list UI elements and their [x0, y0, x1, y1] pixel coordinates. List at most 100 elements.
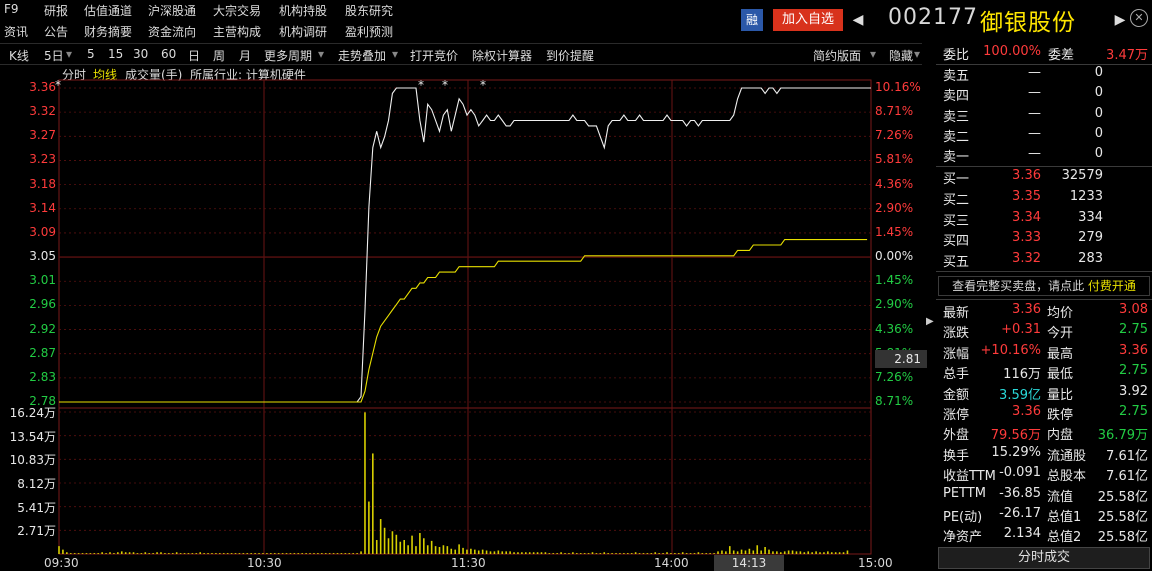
volume-bar — [207, 553, 209, 554]
volume-bar — [215, 553, 217, 554]
volume-bar — [689, 553, 692, 554]
volume-bar — [305, 553, 307, 554]
ask-price: — — [1028, 85, 1041, 101]
volume-bar — [399, 541, 402, 554]
volume-bar — [787, 550, 790, 554]
bid-level-label: 买五 — [943, 255, 970, 271]
volume-bar — [356, 553, 358, 554]
volume-bar — [219, 553, 221, 554]
price-tick-label: 3.09 — [29, 224, 56, 239]
volume-bar — [321, 553, 323, 554]
volume-bar — [752, 550, 755, 554]
volume-bar — [344, 553, 347, 554]
volume-bar — [372, 453, 374, 554]
volume-bar — [505, 551, 507, 554]
price-tick-label: 3.27 — [29, 128, 56, 143]
price-tick-label: 3.23 — [29, 152, 56, 167]
volume-bar — [458, 544, 460, 554]
volume-bar — [701, 553, 704, 554]
stat-label: 净资产 — [943, 530, 983, 546]
volume-bar — [674, 553, 676, 554]
volume-bar — [97, 553, 100, 554]
volume-bar — [113, 553, 115, 554]
time-tick-label: 15:00 — [858, 556, 893, 570]
stat-label: 内盘 — [1047, 428, 1074, 444]
volume-bar — [426, 545, 429, 554]
bid-price: 3.32 — [1012, 251, 1041, 267]
stat-value: 15.29% — [991, 444, 1041, 460]
volume-bar — [607, 553, 609, 554]
time-tick-label: 14:00 — [654, 556, 689, 570]
volume-bar — [819, 552, 821, 554]
stat-value: 3.36 — [1012, 302, 1041, 317]
ask-level-label: 卖二 — [943, 129, 970, 145]
volume-bar — [599, 553, 602, 554]
volume-bar — [725, 551, 727, 554]
stat-label: 流通股 — [1047, 448, 1087, 464]
stat-value: 7.61亿 — [1106, 469, 1148, 485]
volume-bar — [611, 553, 613, 554]
next-stock-icon[interactable]: ▶ — [1112, 9, 1128, 31]
price-tick-label: 2.87 — [29, 345, 56, 360]
bid-level-label: 买三 — [943, 213, 970, 229]
stat-label: 涨跌 — [943, 326, 970, 342]
collapse-panel-icon[interactable]: ▶ — [926, 316, 934, 327]
volume-bar — [301, 553, 304, 554]
volume-bar — [164, 553, 166, 554]
volume-bar — [497, 550, 500, 554]
stat-label: 涨停 — [943, 408, 970, 423]
volume-bar — [415, 546, 417, 554]
stat-value: 3.36 — [1012, 404, 1041, 419]
close-icon[interactable]: ✕ — [1130, 9, 1148, 27]
volume-bar — [466, 549, 468, 554]
volume-bar — [242, 553, 245, 554]
volume-bar — [281, 553, 284, 554]
volume-bar — [634, 552, 637, 554]
volume-bar — [277, 553, 280, 554]
volume-bar — [768, 549, 770, 554]
upgrade-notice[interactable]: 查看完整买卖盘，请点此 付费开通 — [938, 276, 1150, 296]
event-marker-icon: * — [418, 78, 424, 92]
volume-bar — [525, 552, 527, 554]
price-tick-label: 3.32 — [29, 104, 56, 119]
percent-tick-label: 2.90% — [875, 297, 914, 312]
ask-volume: 0 — [1094, 105, 1103, 121]
volume-bar — [332, 553, 335, 554]
stat-label: 总股本 — [1047, 469, 1087, 485]
event-marker-icon: * — [442, 78, 448, 92]
volume-bar — [395, 534, 398, 554]
volume-bar — [501, 551, 504, 554]
intraday-chart[interactable]: * * * * — [0, 0, 922, 571]
tick-trades-button[interactable]: 分时成交 — [938, 547, 1150, 569]
volume-bar — [391, 531, 394, 554]
volume-bar — [199, 552, 202, 554]
weicha-label: 委差 — [1048, 48, 1075, 63]
volume-bar — [66, 552, 68, 554]
stat-value: -26.17 — [999, 506, 1041, 521]
volume-bar — [560, 552, 562, 554]
stat-value: 3.08 — [1119, 302, 1148, 317]
volume-bar — [642, 553, 645, 554]
volume-bar — [124, 552, 127, 554]
bid-volume: 1233 — [1069, 188, 1103, 204]
volume-bar — [846, 550, 849, 554]
volume-bar — [89, 553, 92, 554]
volume-bar — [262, 553, 264, 554]
volume-bar — [489, 551, 492, 554]
stat-label: 流值 — [1047, 489, 1074, 505]
volume-bar — [509, 551, 511, 554]
volume-bar — [419, 533, 421, 554]
volume-bar — [807, 551, 810, 554]
volume-bar — [340, 553, 343, 554]
volume-bar — [238, 553, 241, 554]
stat-value: -0.091 — [999, 465, 1041, 481]
volume-bar — [246, 553, 249, 554]
volume-bar — [603, 552, 606, 554]
stat-value: 7.61亿 — [1106, 448, 1148, 464]
volume-bar — [364, 412, 366, 554]
weibi-label: 委比 — [943, 48, 970, 63]
stat-value: 116万 — [1003, 367, 1041, 383]
volume-bar — [360, 551, 362, 554]
upgrade-link[interactable]: 付费开通 — [1088, 279, 1136, 293]
volume-bar — [626, 553, 629, 554]
